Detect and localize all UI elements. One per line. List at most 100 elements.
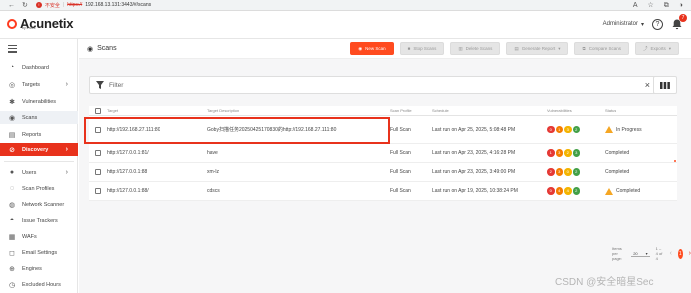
- chevron-right-icon: ›: [65, 81, 68, 88]
- generate-report-button[interactable]: ▤ Generate Report ▾: [506, 42, 569, 55]
- sidebar-item-wafs[interactable]: ▦ WAFs: [0, 230, 78, 243]
- logo[interactable]: Acunetix: [7, 16, 74, 31]
- vuln-high-count: 1: [547, 149, 555, 157]
- compare-scans-button[interactable]: ⧉ Compare Scans: [574, 42, 629, 55]
- security-label: 不安全: [44, 2, 60, 9]
- logo-mark-icon: [7, 18, 17, 29]
- page-range: 1 – 4 of 4: [655, 246, 663, 261]
- columns-icon: [660, 81, 670, 89]
- sidebar-item-scan-profiles[interactable]: ◌ Scan Profiles: [0, 182, 78, 195]
- targets-icon: ◎: [8, 81, 16, 89]
- sidebar-item-label: Issue Trackers: [22, 217, 58, 224]
- table-row[interactable]: http://127.0.0.1:81/ have Full Scan Last…: [89, 144, 677, 163]
- prev-page-icon[interactable]: ‹: [670, 250, 672, 257]
- row-checkbox[interactable]: [95, 169, 101, 175]
- target-description: cdscs: [207, 188, 220, 194]
- column-header-schedule[interactable]: Schedule: [432, 106, 449, 115]
- sidebar-item-targets[interactable]: ◎ Targets ›: [0, 78, 78, 91]
- schedule: Last run on Apr 25, 2025, 5:08:48 PM: [432, 126, 516, 133]
- url-path: 192.168.13.131:3443/#/scans: [85, 2, 152, 8]
- items-per-page-select[interactable]: 20 ▾: [631, 250, 650, 257]
- scan-profile: Full Scan: [390, 169, 411, 175]
- row-checkbox[interactable]: [95, 188, 101, 194]
- current-page[interactable]: 1: [677, 248, 683, 259]
- favorite-icon[interactable]: ☆: [647, 0, 653, 11]
- vulnerability-counts[interactable]: 0 1 3 2: [547, 125, 580, 134]
- caret-down-icon: ▾: [645, 250, 648, 256]
- caret-down-icon: ▾: [558, 45, 561, 51]
- sidebar-item-label: Email Settings: [22, 249, 58, 256]
- stop-scans-button[interactable]: ■ Stop Scans: [399, 42, 445, 55]
- chevron-right-icon: ›: [65, 146, 68, 153]
- row-checkbox[interactable]: [95, 150, 101, 156]
- sidebar-item-label: Reports: [22, 131, 42, 138]
- table-header: Target Target Description Scan Profile S…: [89, 106, 677, 116]
- vulnerability-counts[interactable]: 1 3 2 3: [547, 149, 580, 157]
- column-header-vulnerabilities[interactable]: Vulnerabilities: [547, 106, 572, 115]
- delete-scans-button[interactable]: ▥ Delete Scans: [450, 42, 501, 55]
- target-description: xm-lz: [207, 169, 219, 175]
- sidebar-item-excluded-hours[interactable]: ◷ Excluded Hours: [0, 278, 78, 291]
- vuln-low-count: 4: [564, 187, 572, 195]
- read-aloud-icon[interactable]: A: [633, 0, 638, 11]
- select-all-checkbox[interactable]: [95, 107, 101, 114]
- vuln-low-count: 2: [564, 149, 572, 157]
- target-description: have: [207, 150, 218, 156]
- sidebar-item-label: Vulnerabilities: [22, 98, 57, 105]
- table-row[interactable]: http://127.0.0.1:88 xm-lz Full Scan Last…: [89, 163, 677, 182]
- schedule: Last run on Apr 19, 2025, 10:38:24 PM: [432, 188, 518, 194]
- sidebar-item-label: Users: [22, 169, 37, 176]
- scroll-indicator: [674, 160, 676, 162]
- notifications-button[interactable]: 7: [671, 14, 687, 30]
- sidebar-item-scans[interactable]: ◉ Scans: [0, 111, 78, 124]
- column-header-scan-profile[interactable]: Scan Profile: [390, 106, 412, 115]
- back-icon[interactable]: ←: [8, 0, 15, 11]
- users-icon: ●: [9, 169, 15, 176]
- sidebar-item-discovery[interactable]: ⊘ Discovery ›: [0, 143, 78, 156]
- discovery-icon: ⊘: [9, 146, 15, 154]
- schedule: Last run on Apr 23, 2025, 3:49:00 PM: [432, 169, 516, 175]
- insecure-icon: !: [35, 2, 42, 8]
- vulnerability-counts[interactable]: 2 3 0 2: [547, 168, 580, 176]
- radar-icon: ◉: [358, 45, 363, 51]
- vulnerability-counts[interactable]: 0 4 4 2: [547, 187, 580, 195]
- sidebar-item-dashboard[interactable]: ◔ Dashboard: [0, 61, 78, 74]
- column-header-status[interactable]: Status: [605, 106, 616, 115]
- menu-icon[interactable]: [8, 45, 17, 55]
- pagination: Items per page: 20 ▾ 1 – 4 of 4 ‹ 1 ›: [612, 246, 691, 261]
- target-address[interactable]: http://127.0.0.1:88/: [107, 182, 149, 200]
- sidebar-item-vulnerabilities[interactable]: ✱ Vulnerabilities: [0, 95, 78, 108]
- sidebar-item-network-scanner[interactable]: ◍ Network Scanner: [0, 198, 78, 211]
- filter-bar[interactable]: Filter ×: [89, 76, 659, 94]
- sidebar-divider: [4, 161, 74, 162]
- column-layout-button[interactable]: [653, 76, 677, 94]
- vuln-info-count: 2: [572, 187, 580, 195]
- sidebar-item-email-settings[interactable]: ◻ Email Settings: [0, 246, 78, 259]
- target-address[interactable]: http://127.0.0.1:81/: [107, 144, 149, 162]
- exports-button[interactable]: ⤴ Exports ▾: [634, 42, 679, 55]
- sidebar-item-engines[interactable]: ⊕ Engines: [0, 262, 78, 275]
- address-bar[interactable]: ! 不安全 | https:// 192.168.13.131:3443/#/s…: [35, 1, 152, 10]
- help-icon[interactable]: ?: [652, 18, 663, 30]
- table-row[interactable]: http://127.0.0.1:88/ cdscs Full Scan Las…: [89, 182, 677, 201]
- sidebar-item-users[interactable]: ● Users ›: [0, 166, 78, 179]
- excluded-hours-icon: ◷: [8, 281, 16, 289]
- user-menu[interactable]: Administrator ▾: [603, 21, 644, 28]
- engines-icon: ⊕: [9, 265, 15, 273]
- scan-profile: Full Scan: [390, 150, 411, 156]
- target-address[interactable]: http://127.0.0.1:88: [107, 163, 147, 181]
- column-header-description[interactable]: Target Description: [207, 106, 239, 115]
- sidebar-item-label: Scans: [22, 114, 38, 121]
- close-icon[interactable]: ×: [645, 80, 650, 90]
- vuln-high-count: 0: [547, 187, 555, 195]
- column-header-target[interactable]: Target: [107, 106, 118, 115]
- sidebar-item-label: Engines: [22, 265, 42, 272]
- vuln-medium-count: 3: [555, 168, 563, 176]
- new-scan-button[interactable]: ◉ New Scan: [350, 42, 394, 55]
- collections-icon[interactable]: ⧉: [664, 0, 669, 11]
- sidebar-item-reports[interactable]: ▤ Reports: [0, 128, 78, 141]
- profile-icon[interactable]: ◑: [679, 0, 683, 11]
- vuln-high-count: 0: [547, 125, 555, 134]
- sidebar-item-issue-trackers[interactable]: ◓ Issue Trackers: [0, 214, 78, 227]
- reload-icon[interactable]: ↻: [22, 0, 28, 11]
